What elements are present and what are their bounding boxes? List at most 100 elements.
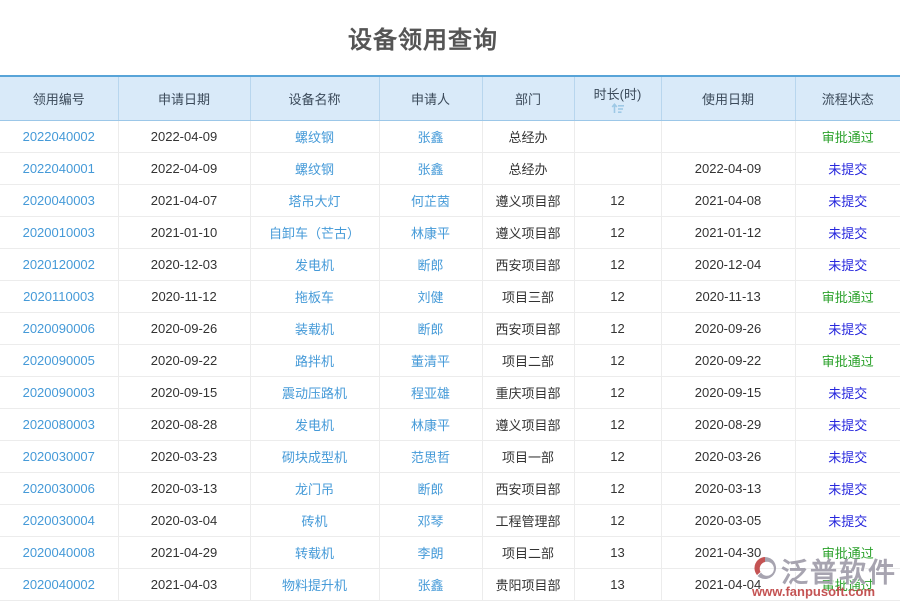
- cell-applicant[interactable]: 程亚雄: [379, 377, 482, 409]
- column-header-status: 流程状态: [795, 76, 900, 121]
- cell-apply-date: 2020-12-03: [118, 249, 250, 281]
- cell-requisition-code[interactable]: 2020120002: [0, 249, 118, 281]
- cell-duration-hours: 12: [574, 313, 661, 345]
- cell-status[interactable]: 未提交: [795, 153, 900, 185]
- cell-status[interactable]: 未提交: [795, 185, 900, 217]
- sort-icon[interactable]: [575, 102, 661, 116]
- cell-status[interactable]: 审批通过: [795, 121, 900, 153]
- cell-department: 西安项目部: [482, 313, 574, 345]
- cell-department: 项目二部: [482, 537, 574, 569]
- cell-department: 项目一部: [482, 441, 574, 473]
- cell-apply-date: 2022-04-09: [118, 121, 250, 153]
- cell-status[interactable]: 未提交: [795, 409, 900, 441]
- cell-use-date: 2020-03-05: [661, 505, 795, 537]
- cell-applicant[interactable]: 邓琴: [379, 505, 482, 537]
- cell-duration-hours: 12: [574, 409, 661, 441]
- cell-status[interactable]: 未提交: [795, 441, 900, 473]
- cell-requisition-code[interactable]: 2020040002: [0, 569, 118, 601]
- cell-apply-date: 2021-04-03: [118, 569, 250, 601]
- table-row: 20220400022022-04-09螺纹钢张鑫总经办审批通过: [0, 121, 900, 153]
- cell-duration-hours: 13: [574, 569, 661, 601]
- cell-duration-hours: 12: [574, 505, 661, 537]
- cell-use-date: 2021-04-30: [661, 537, 795, 569]
- cell-applicant[interactable]: 断郎: [379, 313, 482, 345]
- cell-use-date: 2020-03-26: [661, 441, 795, 473]
- cell-equipment-name[interactable]: 装载机: [250, 313, 379, 345]
- column-header-duration-hours[interactable]: 时长(时): [574, 76, 661, 121]
- cell-requisition-code[interactable]: 2020030006: [0, 473, 118, 505]
- cell-department: 项目三部: [482, 281, 574, 313]
- cell-equipment-name[interactable]: 发电机: [250, 249, 379, 281]
- page-title: 设备领用查询: [348, 20, 498, 55]
- cell-use-date: 2020-09-26: [661, 313, 795, 345]
- column-header-label: 领用编号: [33, 89, 85, 108]
- cell-status[interactable]: 审批通过: [795, 569, 900, 601]
- cell-equipment-name[interactable]: 自卸车（芒古）: [250, 217, 379, 249]
- cell-apply-date: 2020-09-26: [118, 313, 250, 345]
- table-header: 领用编号申请日期设备名称申请人部门时长(时)使用日期流程状态: [0, 76, 900, 121]
- cell-equipment-name[interactable]: 路拌机: [250, 345, 379, 377]
- cell-requisition-code[interactable]: 2022040002: [0, 121, 118, 153]
- cell-applicant[interactable]: 刘健: [379, 281, 482, 313]
- cell-apply-date: 2021-04-07: [118, 185, 250, 217]
- cell-status[interactable]: 审批通过: [795, 537, 900, 569]
- cell-requisition-code[interactable]: 2020030004: [0, 505, 118, 537]
- cell-equipment-name[interactable]: 螺纹钢: [250, 121, 379, 153]
- cell-status[interactable]: 审批通过: [795, 281, 900, 313]
- cell-equipment-name[interactable]: 发电机: [250, 409, 379, 441]
- cell-applicant[interactable]: 断郎: [379, 249, 482, 281]
- cell-applicant[interactable]: 林康平: [379, 409, 482, 441]
- cell-applicant[interactable]: 范思哲: [379, 441, 482, 473]
- cell-requisition-code[interactable]: 2020030007: [0, 441, 118, 473]
- cell-status[interactable]: 未提交: [795, 313, 900, 345]
- table-row: 20200300072020-03-23砌块成型机范思哲项目一部122020-0…: [0, 441, 900, 473]
- cell-equipment-name[interactable]: 转载机: [250, 537, 379, 569]
- column-header-use-date: 使用日期: [661, 76, 795, 121]
- cell-requisition-code[interactable]: 2020110003: [0, 281, 118, 313]
- cell-equipment-name[interactable]: 砌块成型机: [250, 441, 379, 473]
- table-row: 20200400082021-04-29转载机李朗项目二部132021-04-3…: [0, 537, 900, 569]
- cell-requisition-code[interactable]: 2020090003: [0, 377, 118, 409]
- cell-apply-date: 2020-09-15: [118, 377, 250, 409]
- cell-applicant[interactable]: 张鑫: [379, 121, 482, 153]
- cell-department: 遵义项目部: [482, 409, 574, 441]
- cell-equipment-name[interactable]: 砖机: [250, 505, 379, 537]
- cell-requisition-code[interactable]: 2020090005: [0, 345, 118, 377]
- table-body: 20220400022022-04-09螺纹钢张鑫总经办审批通过20220400…: [0, 121, 900, 601]
- cell-status[interactable]: 未提交: [795, 217, 900, 249]
- cell-applicant[interactable]: 断郎: [379, 473, 482, 505]
- cell-requisition-code[interactable]: 2020090006: [0, 313, 118, 345]
- cell-equipment-name[interactable]: 塔吊大灯: [250, 185, 379, 217]
- cell-duration-hours: [574, 153, 661, 185]
- cell-equipment-name[interactable]: 拖板车: [250, 281, 379, 313]
- table-row: 20200300062020-03-13龙门吊断郎西安项目部122020-03-…: [0, 473, 900, 505]
- cell-status[interactable]: 审批通过: [795, 345, 900, 377]
- cell-status[interactable]: 未提交: [795, 505, 900, 537]
- cell-use-date: 2020-09-22: [661, 345, 795, 377]
- cell-equipment-name[interactable]: 龙门吊: [250, 473, 379, 505]
- cell-applicant[interactable]: 张鑫: [379, 569, 482, 601]
- cell-equipment-name[interactable]: 震动压路机: [250, 377, 379, 409]
- cell-equipment-name[interactable]: 物料提升机: [250, 569, 379, 601]
- cell-applicant[interactable]: 张鑫: [379, 153, 482, 185]
- cell-requisition-code[interactable]: 2020040008: [0, 537, 118, 569]
- cell-equipment-name[interactable]: 螺纹钢: [250, 153, 379, 185]
- cell-status[interactable]: 未提交: [795, 473, 900, 505]
- cell-requisition-code[interactable]: 2022040001: [0, 153, 118, 185]
- cell-applicant[interactable]: 何芷茵: [379, 185, 482, 217]
- cell-requisition-code[interactable]: 2020040003: [0, 185, 118, 217]
- cell-use-date: 2020-09-15: [661, 377, 795, 409]
- table-row: 20200800032020-08-28发电机林康平遵义项目部122020-08…: [0, 409, 900, 441]
- cell-requisition-code[interactable]: 2020080003: [0, 409, 118, 441]
- column-header-department: 部门: [482, 76, 574, 121]
- cell-duration-hours: 12: [574, 185, 661, 217]
- title-bar: 设备领用查询: [0, 0, 900, 75]
- cell-status[interactable]: 未提交: [795, 249, 900, 281]
- cell-applicant[interactable]: 林康平: [379, 217, 482, 249]
- cell-use-date: 2020-08-29: [661, 409, 795, 441]
- cell-applicant[interactable]: 李朗: [379, 537, 482, 569]
- cell-status[interactable]: 未提交: [795, 377, 900, 409]
- cell-applicant[interactable]: 董清平: [379, 345, 482, 377]
- cell-duration-hours: 12: [574, 345, 661, 377]
- cell-requisition-code[interactable]: 2020010003: [0, 217, 118, 249]
